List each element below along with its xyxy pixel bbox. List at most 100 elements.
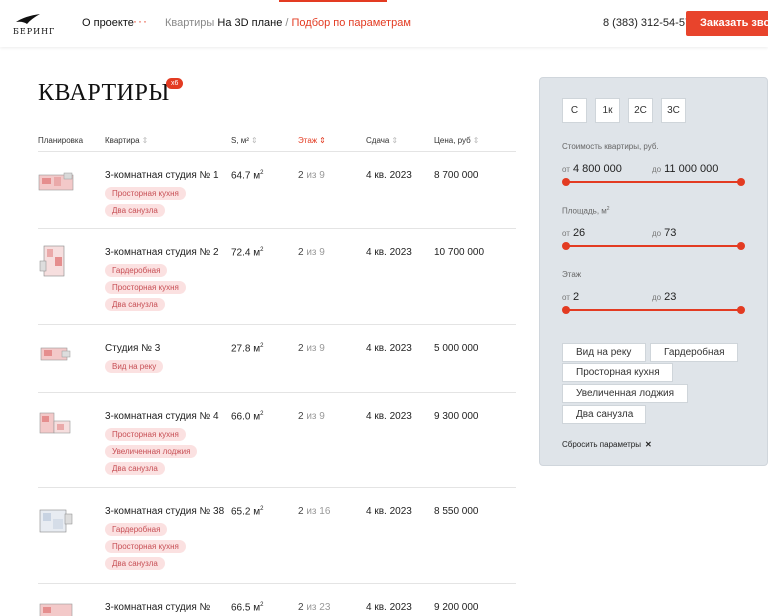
feature-filter-river-view[interactable]: Вид на реку xyxy=(562,343,646,362)
floor-slider-max-handle[interactable] xyxy=(737,306,745,314)
floors-total: из 9 xyxy=(306,411,325,422)
price-to[interactable]: до 11 000 000 xyxy=(652,163,718,175)
price-from[interactable]: от 4 800 000 xyxy=(562,163,622,175)
floor-to[interactable]: до 23 xyxy=(652,291,676,303)
area-unit-sup: 2 xyxy=(260,247,264,253)
apartment-floor: 2 из 9 xyxy=(298,247,325,258)
floor-from[interactable]: от 2 xyxy=(562,291,579,303)
price-to-value: 11 000 000 xyxy=(664,163,719,175)
room-filter-3s[interactable]: 3С xyxy=(661,98,686,123)
table-row[interactable]: 3-комнатная студия № 66.5 м2 2 из 23 4 к… xyxy=(38,584,516,616)
col-head-apartment[interactable]: Квартира ⇕ xyxy=(105,136,148,145)
price-slider[interactable] xyxy=(562,178,745,186)
feature-filter-two-bathrooms[interactable]: Два санузла xyxy=(562,405,646,424)
area-slider[interactable] xyxy=(562,242,745,250)
room-filter-2s[interactable]: 2С xyxy=(628,98,653,123)
tag-list: Вид на реку xyxy=(105,360,164,377)
apartment-price: 5 000 000 xyxy=(434,343,479,354)
floor-plan-thumbnail[interactable] xyxy=(38,243,68,279)
nav-3d-plan-link[interactable]: На 3D плане xyxy=(217,17,282,29)
area-unit-sup: 2 xyxy=(260,170,264,176)
floor-plan-thumbnail[interactable] xyxy=(38,411,72,437)
floors-total: из 23 xyxy=(306,602,331,613)
request-call-button[interactable]: Заказать звонок xyxy=(686,11,768,36)
nav-about-dots-icon[interactable]: ··· xyxy=(133,14,148,28)
floor-to-value: 23 xyxy=(664,291,677,303)
col-head-area[interactable]: S, м² ⇕ xyxy=(231,136,258,145)
apartment-area: 27.8 м2 xyxy=(231,343,263,354)
reset-filters-link[interactable]: Сбросить параметры ✕ xyxy=(562,440,652,449)
table-row[interactable]: 3-комнатная студия № 1 64.7 м2 2 из 9 4 … xyxy=(38,152,516,229)
apartment-name[interactable]: Студия № 3 xyxy=(105,343,160,354)
table-row[interactable]: Студия № 3 27.8 м2 2 из 9 4 кв. 2023 5 0… xyxy=(38,325,516,393)
apartment-name[interactable]: 3-комнатная студия № 2 xyxy=(105,247,219,258)
col-head-delivery[interactable]: Сдача ⇕ xyxy=(366,136,398,145)
from-prefix: от xyxy=(562,229,570,238)
breadcrumb: Квартиры На 3D плане / Подбор по парамет… xyxy=(165,17,411,29)
feature-filter-large-loggia[interactable]: Увеличенная лоджия xyxy=(562,384,688,403)
col-head-plan: Планировка xyxy=(38,136,83,145)
table-row[interactable]: 3-комнатная студия № 2 72.4 м2 2 из 9 4 … xyxy=(38,229,516,325)
area-value: 66.0 м xyxy=(231,411,261,423)
close-icon: ✕ xyxy=(645,440,652,449)
floor-value: 2 xyxy=(298,170,304,181)
floor-plan-thumbnail[interactable] xyxy=(38,600,74,616)
col-head-apartment-label: Квартира xyxy=(105,136,140,145)
apartment-price: 9 200 000 xyxy=(434,602,479,613)
price-slider-min-handle[interactable] xyxy=(562,178,570,186)
area-slider-min-handle[interactable] xyxy=(562,242,570,250)
to-prefix: до xyxy=(652,229,662,238)
sort-icon: ⇕ xyxy=(141,136,149,145)
feature-tag: Просторная кухня xyxy=(105,428,186,441)
tag-list: Просторная кухня Два санузла xyxy=(105,187,186,221)
floor-plan-thumbnail[interactable] xyxy=(38,506,74,536)
floor-value: 2 xyxy=(298,506,304,517)
apartment-delivery: 4 кв. 2023 xyxy=(366,411,412,422)
apartment-price: 8 550 000 xyxy=(434,506,479,517)
apartment-name[interactable]: 3-комнатная студия № 38 xyxy=(105,506,224,517)
feature-filter-spacious-kitchen[interactable]: Просторная кухня xyxy=(562,363,673,382)
sort-icon: ⇕ xyxy=(250,136,258,145)
floor-slider-min-handle[interactable] xyxy=(562,306,570,314)
apartment-name[interactable]: 3-комнатная студия № xyxy=(105,602,210,613)
floor-value: 2 xyxy=(298,343,304,354)
apartment-floor: 2 из 9 xyxy=(298,411,325,422)
area-slider-max-handle[interactable] xyxy=(737,242,745,250)
floor-from-value: 2 xyxy=(572,291,580,303)
nav-apartments-link[interactable]: Квартиры xyxy=(165,17,214,29)
apartment-area: 64.7 м2 xyxy=(231,170,263,181)
apartment-price: 9 300 000 xyxy=(434,411,479,422)
area-to-value: 73 xyxy=(664,227,677,239)
nav-about-link[interactable]: О проекте xyxy=(82,17,134,29)
area-value: 72.4 м xyxy=(231,247,261,259)
logo-text[interactable]: БЕРИНГ xyxy=(13,27,55,36)
floors-total: из 16 xyxy=(306,506,331,517)
table-row[interactable]: 3-комнатная студия № 38 65.2 м2 2 из 16 … xyxy=(38,488,516,584)
site-header: БЕРИНГ О проекте ··· Квартиры На 3D план… xyxy=(0,0,768,47)
room-filter-1k[interactable]: 1к xyxy=(595,98,620,123)
room-filter-studio[interactable]: С xyxy=(562,98,587,123)
area-filter-sup: 2 xyxy=(606,206,610,212)
apartment-delivery: 4 кв. 2023 xyxy=(366,343,412,354)
col-head-price[interactable]: Цена, руб ⇕ xyxy=(434,136,479,145)
page-title: КВАРТИРЫ xyxy=(38,80,170,106)
apartment-name[interactable]: 3-комнатная студия № 1 xyxy=(105,170,219,181)
floor-value: 2 xyxy=(298,411,304,422)
price-slider-max-handle[interactable] xyxy=(737,178,745,186)
area-from[interactable]: от 26 xyxy=(562,227,585,239)
apartment-name[interactable]: 3-комнатная студия № 4 xyxy=(105,411,219,422)
area-value: 27.8 м xyxy=(231,343,261,355)
area-to[interactable]: до 73 xyxy=(652,227,676,239)
feature-tag: Два санузла xyxy=(105,204,165,217)
floor-plan-thumbnail[interactable] xyxy=(38,345,72,363)
tag-list: Гардеробная Просторная кухня Два санузла xyxy=(105,264,186,315)
phone-number[interactable]: 8 (383) 312-54-57 xyxy=(603,17,691,29)
feature-filter-wardrobe[interactable]: Гардеробная xyxy=(650,343,738,362)
floor-slider[interactable] xyxy=(562,306,745,314)
col-head-floor[interactable]: Этаж ⇕ xyxy=(298,136,326,145)
floor-plan-thumbnail[interactable] xyxy=(38,172,74,192)
sort-active-icon: ⇕ xyxy=(319,136,326,145)
table-row[interactable]: 3-комнатная студия № 4 66.0 м 2 2 из 9 4 … xyxy=(38,393,516,488)
nav-params-link[interactable]: Подбор по параметрам xyxy=(292,17,411,29)
col-head-delivery-label: Сдача xyxy=(366,136,390,145)
